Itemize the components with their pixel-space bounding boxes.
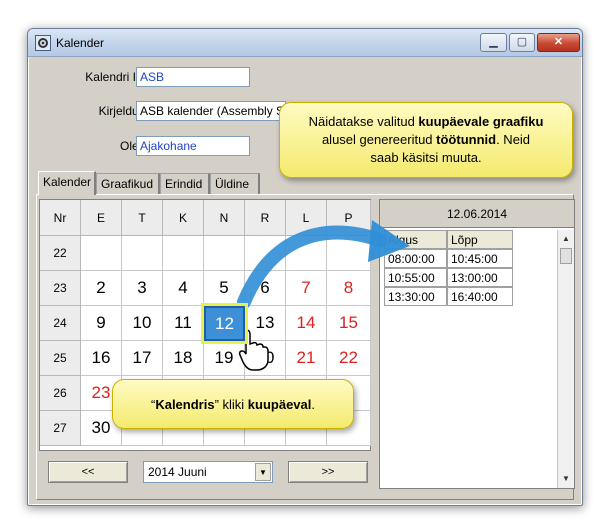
state-label: Olek: [119, 139, 148, 153]
day-cell[interactable] [245, 236, 286, 271]
day-cell[interactable] [81, 236, 122, 271]
day-cell[interactable]: 7 [286, 271, 327, 306]
prev-month-button[interactable]: << [48, 461, 128, 483]
header-sat: L [286, 200, 327, 236]
dropdown-arrow-icon[interactable]: ▼ [255, 463, 271, 481]
header-fri: R [245, 200, 286, 236]
description-label: Kirjeldus: [98, 104, 148, 118]
header-sun: P [327, 200, 371, 236]
tab-erindid[interactable]: Erindid [160, 173, 210, 194]
day-cell[interactable]: 3 [122, 271, 163, 306]
day-cell[interactable]: 2 [81, 271, 122, 306]
day-cell-selected[interactable]: 12 [204, 306, 245, 341]
day-cell[interactable]: 9 [81, 306, 122, 341]
week-number: 23 [40, 271, 81, 306]
day-cell[interactable]: 19 [204, 341, 245, 376]
next-month-button[interactable]: >> [288, 461, 368, 483]
day-cell[interactable] [286, 236, 327, 271]
day-cell[interactable] [204, 236, 245, 271]
day-cell[interactable] [163, 236, 204, 271]
header-thu: N [204, 200, 245, 236]
day-cell[interactable]: 10 [122, 306, 163, 341]
column-header-end[interactable]: Lõpp [447, 230, 513, 249]
tab-yldine[interactable]: Üldine [210, 173, 260, 194]
day-cell[interactable] [122, 236, 163, 271]
callout-hours: Näidatakse valitud kuupäevale graafiku a… [279, 102, 573, 178]
scroll-up-icon[interactable]: ▲ [558, 231, 574, 247]
maximize-button[interactable]: ▢ [509, 33, 535, 52]
minimize-button[interactable]: ▁ [480, 33, 507, 52]
callout-click-day: “Kalendris” kliki kuupäeval. [112, 379, 354, 429]
week-number: 27 [40, 411, 81, 446]
header-wed: K [163, 200, 204, 236]
day-cell[interactable]: 15 [327, 306, 371, 341]
week-number: 22 [40, 236, 81, 271]
header-nr: Nr [40, 200, 81, 236]
week-number: 25 [40, 341, 81, 376]
day-cell[interactable]: 8 [327, 271, 371, 306]
day-cell[interactable]: 14 [286, 306, 327, 341]
calendar-id-label: Kalendri ID: [85, 70, 148, 84]
tab-kalender[interactable]: Kalender [38, 171, 96, 195]
start-time-cell[interactable]: 10:55:00 [384, 268, 447, 287]
start-time-cell[interactable]: 13:30:00 [384, 287, 447, 306]
day-cell[interactable]: 6 [245, 271, 286, 306]
state-field[interactable]: Ajakohane [136, 136, 250, 156]
day-schedule-panel: 12.06.2014 Algus Lõpp 08:00:00 10:45:00 … [379, 199, 575, 489]
month-select[interactable]: 2014 Juuni ▼ [143, 461, 273, 483]
scroll-down-icon[interactable]: ▼ [558, 471, 574, 487]
day-cell[interactable]: 13 [245, 306, 286, 341]
day-cell[interactable]: 4 [163, 271, 204, 306]
header-tue: T [122, 200, 163, 236]
end-time-cell[interactable]: 10:45:00 [447, 249, 513, 268]
day-cell[interactable]: 20 [245, 341, 286, 376]
day-cell[interactable]: 16 [81, 341, 122, 376]
scroll-thumb[interactable] [560, 248, 572, 264]
week-number: 24 [40, 306, 81, 341]
month-select-value: 2014 Juuni [148, 465, 207, 479]
end-time-cell[interactable]: 16:40:00 [447, 287, 513, 306]
week-number: 26 [40, 376, 81, 411]
end-time-cell[interactable]: 13:00:00 [447, 268, 513, 287]
calendar-window: Kalender ▁ ▢ ✕ Kalendri ID: ASB Kirjeldu… [27, 28, 583, 506]
header-mon: E [81, 200, 122, 236]
description-field[interactable]: ASB kalender (Assembly S [136, 101, 286, 121]
day-cell[interactable]: 17 [122, 341, 163, 376]
app-gear-icon [35, 35, 51, 51]
title-bar[interactable]: Kalender ▁ ▢ ✕ [28, 29, 582, 57]
calendar-id-field[interactable]: ASB [136, 67, 250, 87]
day-cell[interactable]: 21 [286, 341, 327, 376]
start-time-cell[interactable]: 08:00:00 [384, 249, 447, 268]
vertical-scrollbar[interactable]: ▲ ▼ [557, 230, 574, 488]
day-cell[interactable]: 18 [163, 341, 204, 376]
tab-graafikud[interactable]: Graafikud [96, 173, 160, 194]
close-button[interactable]: ✕ [537, 33, 580, 52]
day-cell[interactable]: 22 [327, 341, 371, 376]
column-header-start[interactable]: Algus [384, 230, 447, 249]
day-cell[interactable]: 5 [204, 271, 245, 306]
window-title: Kalender [56, 36, 105, 50]
selected-date: 12.06.2014 [380, 200, 574, 228]
day-cell[interactable] [327, 236, 371, 271]
day-cell[interactable]: 11 [163, 306, 204, 341]
